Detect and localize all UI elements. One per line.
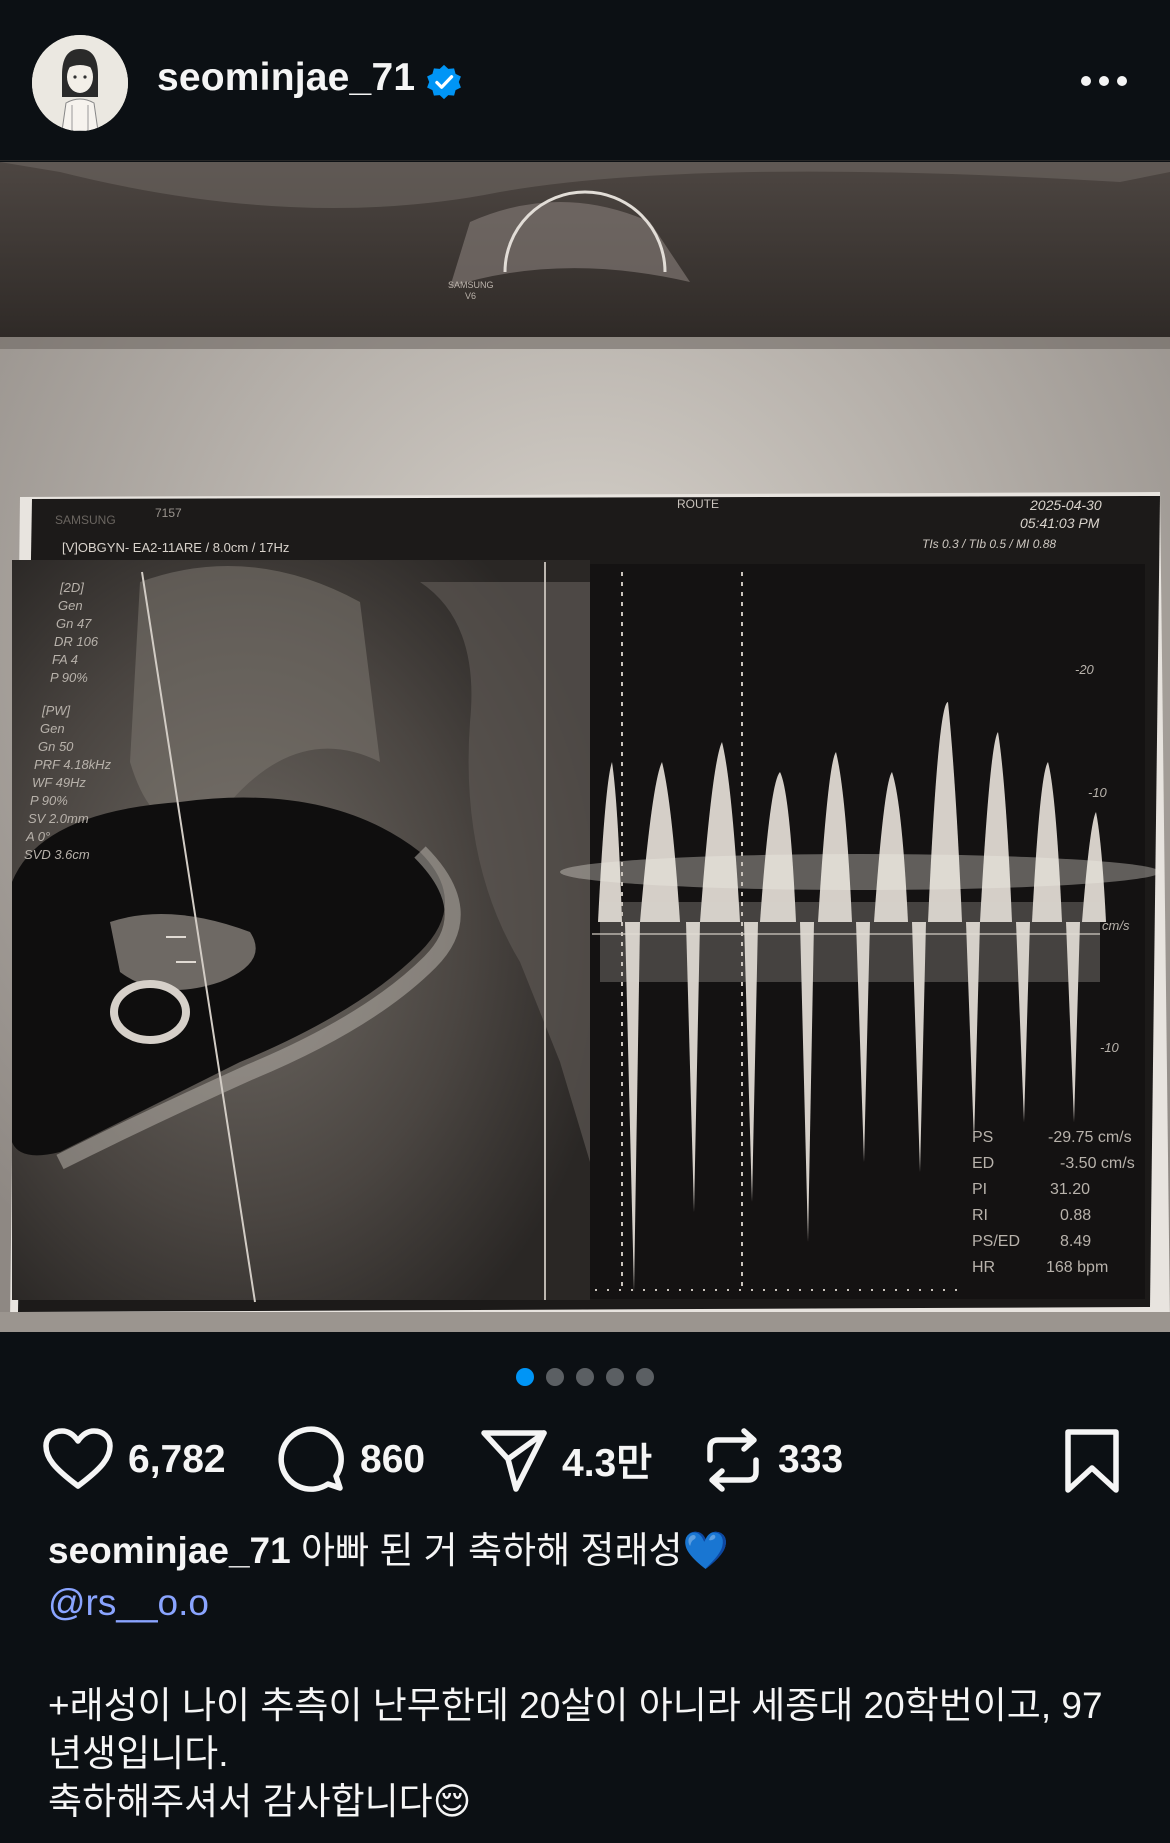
svg-text:ROUTE: ROUTE xyxy=(677,497,719,511)
post-caption: seominjae_71 아빠 된 거 축하해 정래성💙 xyxy=(48,1528,1128,1574)
caption-username[interactable]: seominjae_71 xyxy=(48,1530,291,1571)
svg-text:SVD 3.6cm: SVD 3.6cm xyxy=(24,847,90,862)
more-options-icon[interactable] xyxy=(1078,72,1130,90)
svg-text:FA 4: FA 4 xyxy=(52,652,78,667)
post-username[interactable]: seominjae_71 xyxy=(157,56,415,100)
svg-text:[2D]: [2D] xyxy=(59,580,84,595)
avatar-illustration-icon xyxy=(32,35,128,131)
carousel-dot xyxy=(546,1368,564,1386)
svg-text:SV 2.0mm: SV 2.0mm xyxy=(28,811,89,826)
svg-text:31.20: 31.20 xyxy=(1050,1181,1090,1198)
like-button[interactable]: 6,782 xyxy=(42,1420,226,1500)
svg-text:PI: PI xyxy=(972,1181,987,1198)
svg-text:cm/s: cm/s xyxy=(1102,918,1130,933)
svg-text:7157: 7157 xyxy=(155,506,182,520)
svg-text:PS/ED: PS/ED xyxy=(972,1233,1020,1250)
repost-button[interactable]: 333 xyxy=(702,1420,843,1500)
carousel-dot-active xyxy=(516,1368,534,1386)
svg-text:V6: V6 xyxy=(465,291,476,301)
svg-text:PRF 4.18kHz: PRF 4.18kHz xyxy=(34,757,112,772)
carousel-dot xyxy=(576,1368,594,1386)
svg-text:Gn 47: Gn 47 xyxy=(56,616,92,631)
caption-body: +래성이 나이 추측이 난무한데 20살이 아니라 세종대 20학번이고, 97… xyxy=(48,1682,1128,1826)
svg-text:SAMSUNG: SAMSUNG xyxy=(55,513,116,527)
post-media-image[interactable]: SAMSUNG V6 SAMSUNG 7157 ROUTE 2025-04-30… xyxy=(0,162,1170,1332)
save-button[interactable] xyxy=(1062,1428,1122,1499)
svg-text:Gen: Gen xyxy=(40,721,65,736)
svg-text:TIs 0.3 / TIb 0.5 / MI 0.88: TIs 0.3 / TIb 0.5 / MI 0.88 xyxy=(922,537,1056,551)
svg-text:168 bpm: 168 bpm xyxy=(1046,1259,1108,1276)
svg-text:P 90%: P 90% xyxy=(50,670,88,685)
svg-text:DR 106: DR 106 xyxy=(54,634,99,649)
svg-text:0.88: 0.88 xyxy=(1060,1207,1091,1224)
svg-text:[V]OBGYN- EA2-11ARE / 8.0cm /: [V]OBGYN- EA2-11ARE / 8.0cm / 17Hz xyxy=(62,540,289,555)
comment-button[interactable]: 860 xyxy=(278,1420,425,1500)
repost-arrows-icon xyxy=(707,1428,759,1492)
svg-text:ED: ED xyxy=(972,1155,994,1172)
svg-text:P 90%: P 90% xyxy=(30,793,68,808)
carousel-dot xyxy=(636,1368,654,1386)
heart-icon xyxy=(43,1428,113,1489)
like-count: 6,782 xyxy=(128,1438,226,1481)
ultrasound-photo: SAMSUNG V6 SAMSUNG 7157 ROUTE 2025-04-30… xyxy=(0,162,1170,1332)
bookmark-icon xyxy=(1065,1429,1119,1493)
caption-mention-link[interactable]: @rs__o.o xyxy=(48,1582,209,1624)
caption-line: 년생입니다. xyxy=(48,1733,229,1774)
profile-avatar[interactable] xyxy=(32,35,128,131)
svg-text:HR: HR xyxy=(972,1259,995,1276)
svg-text:-20: -20 xyxy=(1075,662,1095,677)
svg-text:2025-04-30: 2025-04-30 xyxy=(1029,497,1102,513)
svg-text:-10: -10 xyxy=(1100,1040,1120,1055)
caption-line: +래성이 나이 추측이 난무한데 20살이 아니라 세종대 20학번이고, 97 xyxy=(48,1685,1103,1726)
paper-plane-icon xyxy=(481,1430,547,1492)
verified-badge-icon xyxy=(425,63,463,101)
svg-text:A 0°: A 0° xyxy=(25,829,50,844)
comment-count: 860 xyxy=(360,1438,426,1481)
svg-text:PS: PS xyxy=(972,1129,993,1146)
post-action-bar: 6,782 860 4.3만 333 xyxy=(0,1420,1170,1500)
svg-text:-3.50 cm/s: -3.50 cm/s xyxy=(1060,1155,1135,1172)
svg-text:WF 49Hz: WF 49Hz xyxy=(32,775,86,790)
caption-line: 축하해주셔서 감사합니다😌 xyxy=(48,1781,472,1822)
svg-text:Gen: Gen xyxy=(58,598,83,613)
post-header: seominjae_71 xyxy=(0,0,1170,161)
svg-text:8.49: 8.49 xyxy=(1060,1233,1091,1250)
svg-text:-29.75 cm/s: -29.75 cm/s xyxy=(1048,1129,1132,1146)
svg-text:SAMSUNG: SAMSUNG xyxy=(448,280,494,290)
svg-text:05:41:03 PM: 05:41:03 PM xyxy=(1020,515,1100,531)
carousel-dot xyxy=(606,1368,624,1386)
carousel-indicator xyxy=(0,1368,1170,1388)
svg-text:-10: -10 xyxy=(1088,785,1108,800)
share-button[interactable]: 4.3만 xyxy=(480,1420,652,1500)
comment-bubble-icon xyxy=(278,1426,344,1492)
svg-text:[PW]: [PW] xyxy=(41,703,71,718)
svg-text:Gn 50: Gn 50 xyxy=(38,739,74,754)
repost-count: 333 xyxy=(778,1438,844,1481)
svg-text:RI: RI xyxy=(972,1207,988,1224)
caption-text: 아빠 된 거 축하해 정래성💙 xyxy=(301,1530,729,1571)
share-count: 4.3만 xyxy=(562,1442,653,1485)
